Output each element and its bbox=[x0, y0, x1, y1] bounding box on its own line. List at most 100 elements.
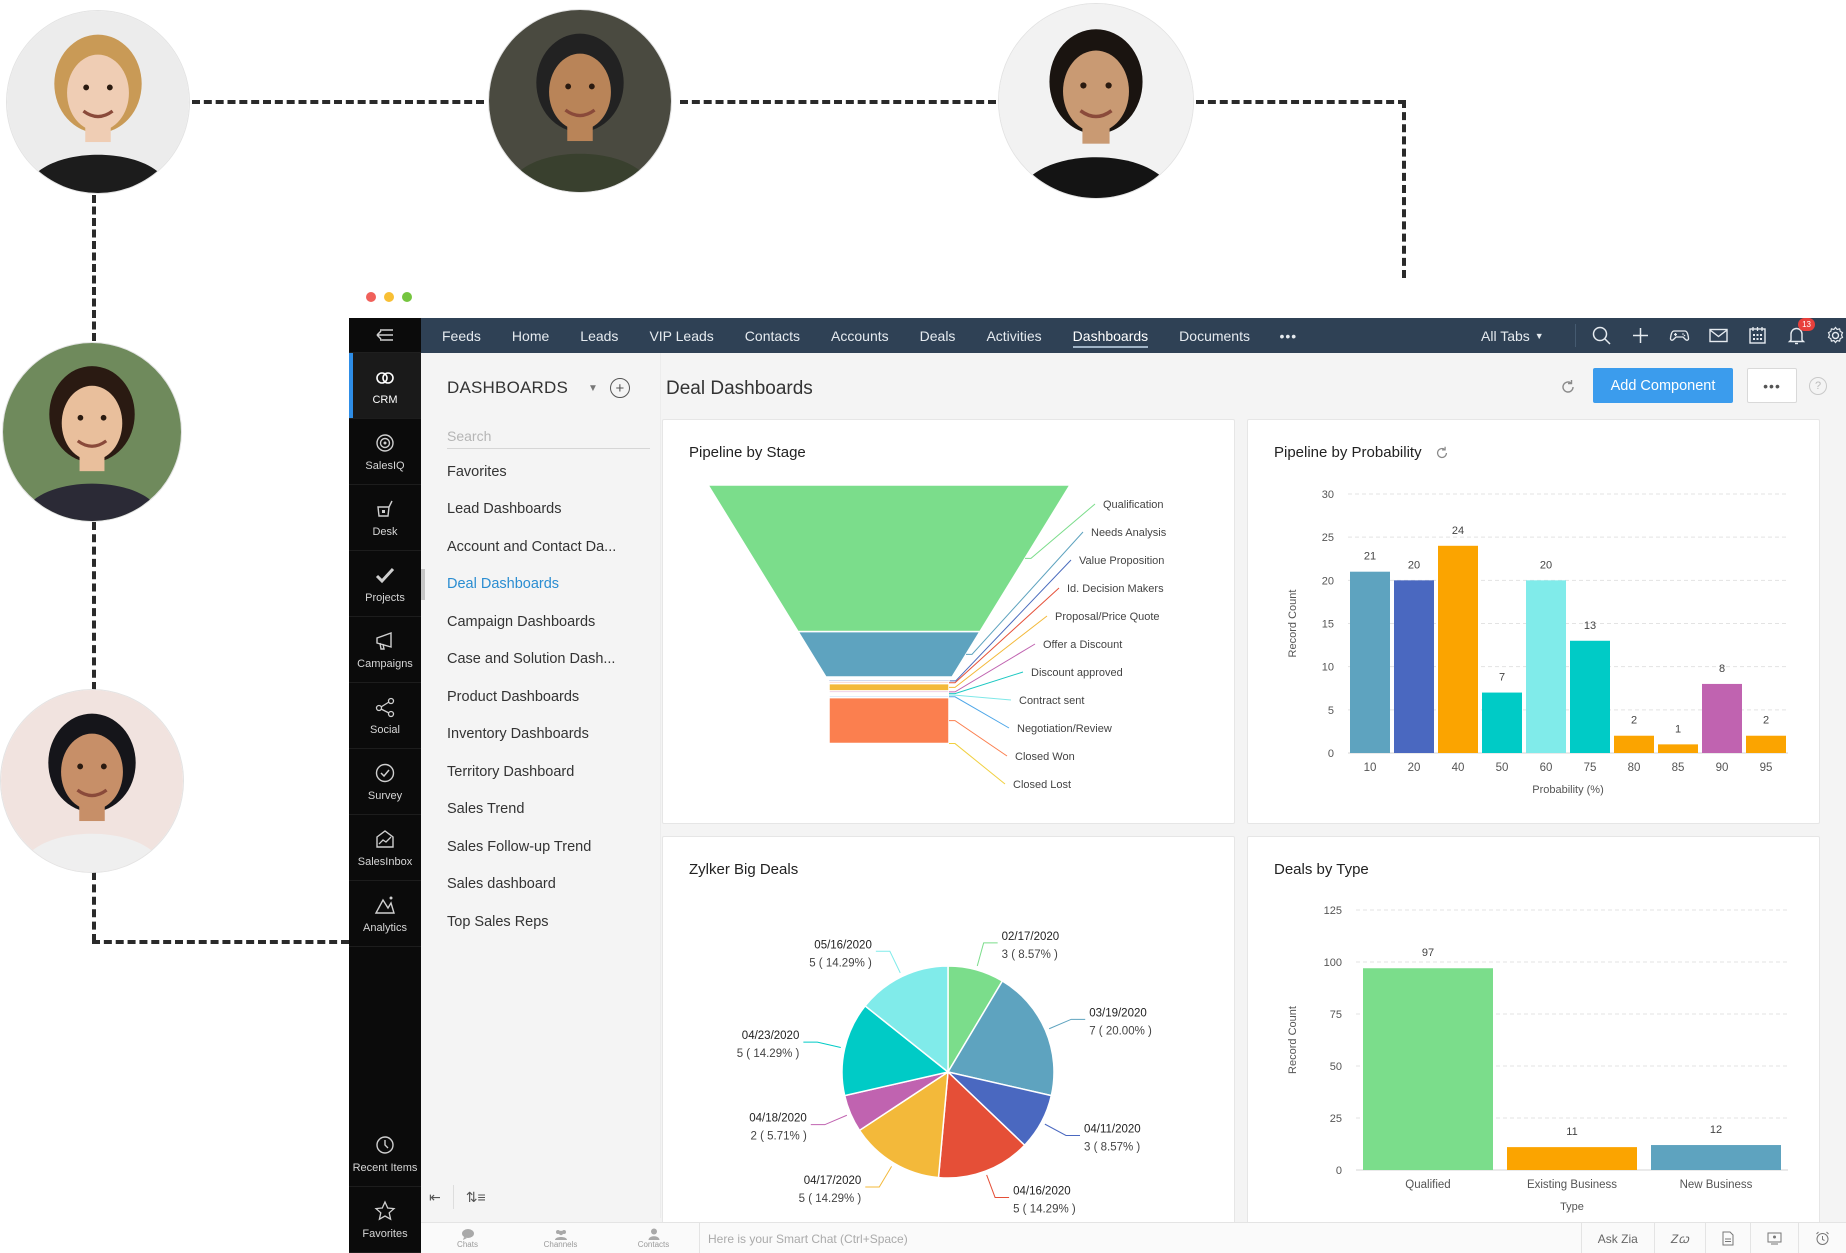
collapse-panel-icon[interactable]: ⇤ bbox=[429, 1189, 441, 1206]
calendar-button[interactable] bbox=[1747, 325, 1768, 346]
tab-documents[interactable]: Documents bbox=[1164, 318, 1266, 353]
search-button[interactable] bbox=[1591, 325, 1612, 346]
funnel-segment[interactable] bbox=[828, 682, 950, 692]
bar[interactable] bbox=[1394, 580, 1434, 753]
dashboard-list-item[interactable]: Lead Dashboards bbox=[421, 491, 661, 529]
bar[interactable] bbox=[1614, 735, 1654, 753]
dashboard-list-item[interactable]: Case and Solution Dash... bbox=[421, 641, 661, 679]
window-maximize-dot[interactable] bbox=[402, 292, 412, 302]
x-tick-label: 85 bbox=[1672, 762, 1685, 774]
bar[interactable] bbox=[1526, 580, 1566, 753]
person-avatar-4 bbox=[2, 342, 182, 522]
funnel-segment[interactable] bbox=[828, 696, 950, 745]
help-button[interactable]: ? bbox=[1809, 377, 1827, 395]
bar[interactable] bbox=[1507, 1147, 1637, 1170]
tab-contacts[interactable]: Contacts bbox=[729, 318, 815, 353]
rail-item-projects[interactable]: Projects bbox=[349, 551, 421, 617]
rail-item-desk[interactable]: Desk bbox=[349, 485, 421, 551]
window-controls bbox=[366, 292, 412, 302]
bar[interactable] bbox=[1702, 683, 1742, 753]
bottom-bar-chats-button[interactable]: Chats bbox=[421, 1228, 514, 1249]
campaigns-icon bbox=[376, 631, 392, 650]
dashboard-list-item[interactable]: Territory Dashboard bbox=[421, 753, 661, 791]
rail-item-recent-items[interactable]: Recent Items bbox=[349, 1121, 421, 1187]
dashboard-search-input[interactable] bbox=[447, 423, 650, 449]
window-minimize-dot[interactable] bbox=[384, 292, 394, 302]
notifications-button[interactable]: 13 bbox=[1786, 318, 1815, 346]
connector-line bbox=[1196, 100, 1406, 104]
tab-leads[interactable]: Leads bbox=[565, 318, 634, 353]
tab-vip-leads[interactable]: VIP Leads bbox=[634, 318, 729, 353]
rail-item-survey[interactable]: Survey bbox=[349, 749, 421, 815]
tab-dashboards[interactable]: Dashboards bbox=[1057, 318, 1164, 353]
x-tick-label: Existing Business bbox=[1527, 1179, 1617, 1191]
screen-share-button[interactable] bbox=[1750, 1223, 1798, 1253]
dashboard-list-item[interactable]: Sales dashboard bbox=[421, 866, 661, 904]
mail-button[interactable] bbox=[1708, 325, 1729, 346]
all-tabs-dropdown[interactable]: All Tabs ▼ bbox=[1481, 318, 1544, 353]
bar[interactable] bbox=[1651, 1145, 1781, 1170]
tab-accounts[interactable]: Accounts bbox=[816, 318, 905, 353]
rail-item-favorites[interactable]: Favorites bbox=[349, 1187, 421, 1253]
rail-item-campaigns[interactable]: Campaigns bbox=[349, 617, 421, 683]
pie-leader-line bbox=[986, 1174, 1010, 1198]
bar[interactable] bbox=[1658, 744, 1698, 753]
add-dashboard-button[interactable]: + bbox=[609, 378, 630, 398]
dashboard-list-item[interactable]: Sales Follow-up Trend bbox=[421, 828, 661, 866]
add-component-button[interactable]: Add Component bbox=[1593, 368, 1733, 403]
bar[interactable] bbox=[1570, 640, 1610, 753]
dashboard-list-item[interactable]: Top Sales Reps bbox=[421, 903, 661, 941]
ask-zia-button[interactable]: Ask Zia bbox=[1580, 1223, 1654, 1253]
dashboard-list-item[interactable]: Favorites bbox=[421, 453, 661, 491]
rail-item-salesinbox[interactable]: SalesInbox bbox=[349, 815, 421, 881]
dashboard-list-item[interactable]: Sales Trend bbox=[421, 791, 661, 829]
x-axis-title: Type bbox=[1560, 1201, 1584, 1213]
more-tabs-button[interactable]: ••• bbox=[1265, 328, 1311, 344]
tab-activities[interactable]: Activities bbox=[971, 318, 1057, 353]
pie-slice-value-label: 2 ( 5.71% ) bbox=[751, 1131, 807, 1143]
bar-value-label: 11 bbox=[1566, 1126, 1577, 1138]
bar[interactable] bbox=[1746, 735, 1786, 753]
bar[interactable] bbox=[1438, 545, 1478, 753]
bar[interactable] bbox=[1350, 571, 1390, 753]
bottom-bar-contacts-button[interactable]: Contacts bbox=[607, 1228, 700, 1249]
funnel-segment[interactable] bbox=[796, 630, 982, 678]
more-options-button[interactable]: ••• bbox=[1747, 368, 1797, 403]
smart-chat-input[interactable]: Here is your Smart Chat (Ctrl+Space) bbox=[699, 1223, 1439, 1253]
pie-slice-date-label: 02/17/2020 bbox=[1002, 931, 1060, 943]
reminders-button[interactable] bbox=[1798, 1223, 1846, 1253]
divider bbox=[452, 1185, 454, 1209]
pie-slice-date-label: 04/11/2020 bbox=[1084, 1123, 1141, 1135]
notes-button[interactable] bbox=[1705, 1223, 1750, 1253]
settings-button[interactable] bbox=[1825, 325, 1846, 346]
bottom-bar-label: Chats bbox=[457, 1239, 478, 1249]
rail-item-analytics[interactable]: Analytics bbox=[349, 881, 421, 947]
window-close-dot[interactable] bbox=[366, 292, 376, 302]
tab-deals[interactable]: Deals bbox=[904, 318, 971, 353]
rail-item-social[interactable]: Social bbox=[349, 683, 421, 749]
tab-home[interactable]: Home bbox=[496, 318, 564, 353]
tab-feeds[interactable]: Feeds bbox=[421, 318, 496, 353]
dashboards-dropdown-caret-icon[interactable]: ▼ bbox=[588, 383, 598, 394]
gamescope-button[interactable] bbox=[1669, 325, 1690, 346]
dashboard-list-item[interactable]: Product Dashboards bbox=[421, 678, 661, 716]
pie-slice-value-label: 5 ( 14.29% ) bbox=[799, 1193, 862, 1205]
dashboard-list-item[interactable]: Account and Contact Da... bbox=[421, 528, 661, 566]
dashboard-list-item[interactable]: Inventory Dashboards bbox=[421, 716, 661, 754]
collapse-menu-button[interactable] bbox=[349, 318, 421, 353]
refresh-dashboard-button[interactable] bbox=[1559, 378, 1577, 396]
bottom-bar-label: Contacts bbox=[637, 1239, 670, 1249]
bar-value-label: 1 bbox=[1675, 723, 1681, 735]
create-button[interactable] bbox=[1630, 325, 1651, 346]
dashboard-list-item[interactable]: Deal Dashboards bbox=[421, 566, 661, 604]
rail-item-salesiq[interactable]: SalesIQ bbox=[349, 419, 421, 485]
dashboard-list-item[interactable]: Campaign Dashboards bbox=[421, 603, 661, 641]
bar[interactable] bbox=[1482, 692, 1522, 753]
bar[interactable] bbox=[1363, 968, 1493, 1170]
sort-list-icon[interactable]: ⇅≡ bbox=[466, 1189, 486, 1206]
zia-button[interactable]: Zꞷ bbox=[1653, 1223, 1705, 1253]
bottom-bar-channels-button[interactable]: Channels bbox=[514, 1228, 607, 1249]
funnel-segment[interactable] bbox=[706, 484, 1072, 633]
pie-slice-value-label: 5 ( 14.29% ) bbox=[1013, 1203, 1076, 1215]
rail-item-crm[interactable]: CRM bbox=[349, 353, 421, 419]
